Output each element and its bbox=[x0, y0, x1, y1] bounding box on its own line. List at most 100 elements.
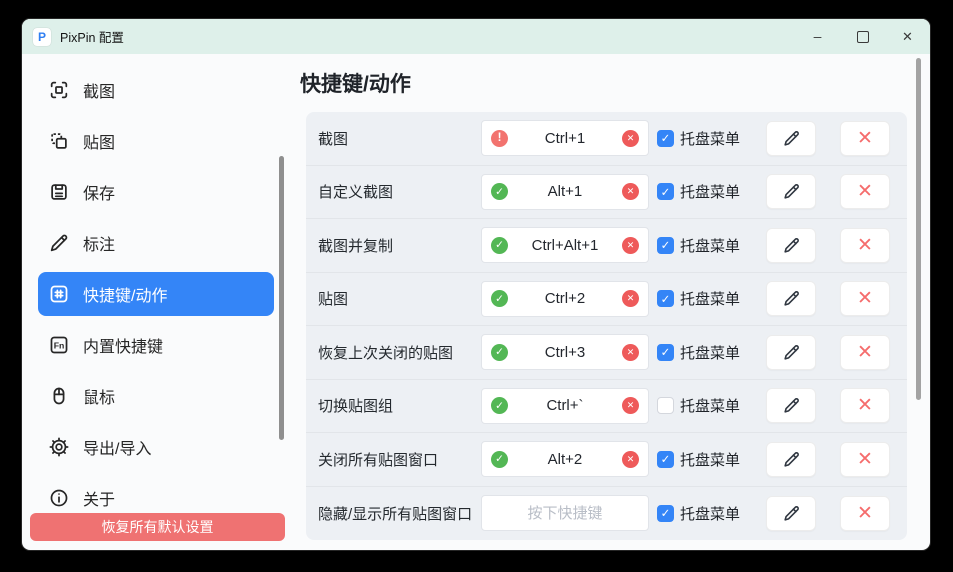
hotkey-input[interactable]: !✕ bbox=[481, 120, 649, 156]
hotkey-field[interactable] bbox=[508, 130, 622, 147]
hotkey-input[interactable]: ✓✕ bbox=[481, 281, 649, 317]
hotkey-input[interactable]: ✓✕ bbox=[481, 174, 649, 210]
clear-hotkey-icon[interactable]: ✕ bbox=[622, 183, 639, 200]
hotkey-ok-icon: ✓ bbox=[491, 344, 508, 361]
tray-menu-label: 托盘菜单 bbox=[680, 181, 740, 202]
sidebar-item-1[interactable]: 贴图 bbox=[38, 119, 274, 163]
hotkey-ok-icon: ✓ bbox=[491, 451, 508, 468]
clear-hotkey-icon[interactable]: ✕ bbox=[622, 290, 639, 307]
hotkey-row: 隐藏/显示所有贴图窗口 ✓ 托盘菜单 ✕ bbox=[306, 487, 907, 541]
pixpin-settings-window: P PixPin 配置 – ✕ 截图贴图保存标注快捷键/动作Fn内置快捷键鼠标导… bbox=[22, 19, 930, 550]
hotkey-ok-icon: ✓ bbox=[491, 397, 508, 414]
hotkey-row: 关闭所有贴图窗口✓✕✓托盘菜单✕ bbox=[306, 433, 907, 487]
hotkey-field[interactable] bbox=[508, 344, 622, 361]
tray-menu-checkbox[interactable]: ✓ bbox=[657, 344, 674, 361]
delete-hotkey-button[interactable]: ✕ bbox=[840, 442, 890, 477]
tray-menu-toggle[interactable]: ✓托盘菜单 bbox=[657, 288, 740, 309]
hotkey-field[interactable] bbox=[508, 183, 622, 200]
delete-hotkey-button[interactable]: ✕ bbox=[840, 388, 890, 423]
delete-hotkey-button[interactable]: ✕ bbox=[840, 228, 890, 263]
action-label: 隐藏/显示所有贴图窗口 bbox=[318, 503, 481, 524]
tray-menu-checkbox[interactable]: ✓ bbox=[657, 237, 674, 254]
delete-hotkey-button[interactable]: ✕ bbox=[840, 496, 890, 531]
edit-hotkey-button[interactable] bbox=[766, 388, 816, 423]
tray-menu-toggle[interactable]: ✓托盘菜单 bbox=[657, 342, 740, 363]
tray-menu-toggle[interactable]: 托盘菜单 bbox=[657, 395, 740, 416]
delete-hotkey-button[interactable]: ✕ bbox=[840, 281, 890, 316]
tray-menu-toggle[interactable]: ✓托盘菜单 bbox=[657, 235, 740, 256]
hotkey-row: 截图!✕✓托盘菜单✕ bbox=[306, 112, 907, 166]
hotkey-field[interactable] bbox=[508, 237, 622, 254]
hotkey-row: 切换贴图组✓✕托盘菜单✕ bbox=[306, 380, 907, 434]
sidebar-nav: 截图贴图保存标注快捷键/动作 Fn内置快捷键鼠标导出/导入关于 bbox=[22, 68, 290, 520]
maximize-button[interactable] bbox=[840, 19, 885, 54]
sidebar-item-2[interactable]: 保存 bbox=[38, 170, 274, 214]
action-label: 关闭所有贴图窗口 bbox=[318, 449, 481, 470]
tray-menu-label: 托盘菜单 bbox=[680, 503, 740, 524]
sidebar-item-label: 鼠标 bbox=[83, 384, 115, 408]
hotkey-field[interactable] bbox=[508, 290, 622, 307]
sidebar-item-4[interactable]: 快捷键/动作 bbox=[38, 272, 274, 316]
sidebar-scrollbar-thumb[interactable] bbox=[279, 156, 284, 440]
edit-hotkey-button[interactable] bbox=[766, 281, 816, 316]
tray-menu-toggle[interactable]: ✓托盘菜单 bbox=[657, 128, 740, 149]
edit-hotkey-button[interactable] bbox=[766, 496, 816, 531]
tray-menu-toggle[interactable]: ✓ 托盘菜单 bbox=[657, 181, 740, 202]
delete-x-icon: ✕ bbox=[857, 450, 873, 469]
hotkey-input[interactable]: ✓✕ bbox=[481, 441, 649, 477]
delete-hotkey-button[interactable]: ✕ bbox=[840, 121, 890, 156]
action-label: 自定义截图 bbox=[318, 181, 481, 202]
main-scrollbar-thumb[interactable] bbox=[916, 58, 921, 400]
delete-x-icon: ✕ bbox=[857, 236, 873, 255]
screenshot-icon bbox=[48, 79, 70, 101]
hotkey-field[interactable] bbox=[491, 505, 639, 522]
tray-menu-checkbox[interactable]: ✓ bbox=[657, 130, 674, 147]
restore-defaults-button[interactable]: 恢复所有默认设置 bbox=[30, 513, 285, 541]
pencil-icon bbox=[782, 504, 801, 523]
tray-menu-checkbox[interactable]: ✓ bbox=[657, 505, 674, 522]
hotkey-input[interactable]: ✓✕ bbox=[481, 334, 649, 370]
clear-hotkey-icon[interactable]: ✕ bbox=[622, 397, 639, 414]
clear-hotkey-icon[interactable]: ✕ bbox=[622, 451, 639, 468]
close-button[interactable]: ✕ bbox=[885, 19, 930, 54]
edit-hotkey-button[interactable] bbox=[766, 121, 816, 156]
edit-hotkey-button[interactable] bbox=[766, 228, 816, 263]
hotkey-input[interactable] bbox=[481, 495, 649, 531]
tray-menu-toggle[interactable]: ✓ 托盘菜单 bbox=[657, 449, 740, 470]
sidebar-item-label: 标注 bbox=[83, 231, 115, 255]
hotkey-input[interactable]: ✓✕ bbox=[481, 388, 649, 424]
sidebar-item-7[interactable]: 导出/导入 bbox=[38, 425, 274, 469]
edit-hotkey-button[interactable] bbox=[766, 442, 816, 477]
edit-hotkey-button[interactable] bbox=[766, 335, 816, 370]
hotkey-row: 自定义截图✓✕ ✓ 托盘菜单 ✕ bbox=[306, 166, 907, 220]
edit-hotkey-button[interactable] bbox=[766, 174, 816, 209]
clear-hotkey-icon[interactable]: ✕ bbox=[622, 130, 639, 147]
fn-icon: Fn bbox=[48, 334, 70, 356]
window-controls: – ✕ bbox=[795, 19, 930, 54]
tray-menu-checkbox[interactable]: ✓ bbox=[657, 451, 674, 468]
tray-menu-label: 托盘菜单 bbox=[680, 449, 740, 470]
mouse-icon bbox=[48, 385, 70, 407]
tray-menu-checkbox[interactable] bbox=[657, 397, 674, 414]
hotkey-field[interactable] bbox=[508, 451, 622, 468]
delete-hotkey-button[interactable]: ✕ bbox=[840, 174, 890, 209]
action-label: 切换贴图组 bbox=[318, 395, 481, 416]
sidebar-item-label: 关于 bbox=[83, 486, 115, 510]
hotkey-input[interactable]: ✓✕ bbox=[481, 227, 649, 263]
sidebar-item-6[interactable]: 鼠标 bbox=[38, 374, 274, 418]
sidebar-item-3[interactable]: 标注 bbox=[38, 221, 274, 265]
minimize-button[interactable]: – bbox=[795, 19, 840, 54]
tray-menu-checkbox[interactable]: ✓ bbox=[657, 183, 674, 200]
window-title: PixPin 配置 bbox=[60, 27, 124, 46]
delete-hotkey-button[interactable]: ✕ bbox=[840, 335, 890, 370]
hotkey-field[interactable] bbox=[508, 397, 622, 414]
maximize-icon bbox=[857, 31, 869, 43]
clear-hotkey-icon[interactable]: ✕ bbox=[622, 237, 639, 254]
tray-menu-toggle[interactable]: ✓ 托盘菜单 bbox=[657, 503, 740, 524]
action-label: 恢复上次关闭的贴图 bbox=[318, 342, 481, 363]
tray-menu-checkbox[interactable]: ✓ bbox=[657, 290, 674, 307]
delete-x-icon: ✕ bbox=[857, 289, 873, 308]
sidebar-item-0[interactable]: 截图 bbox=[38, 68, 274, 112]
sidebar-item-5[interactable]: Fn内置快捷键 bbox=[38, 323, 274, 367]
clear-hotkey-icon[interactable]: ✕ bbox=[622, 344, 639, 361]
